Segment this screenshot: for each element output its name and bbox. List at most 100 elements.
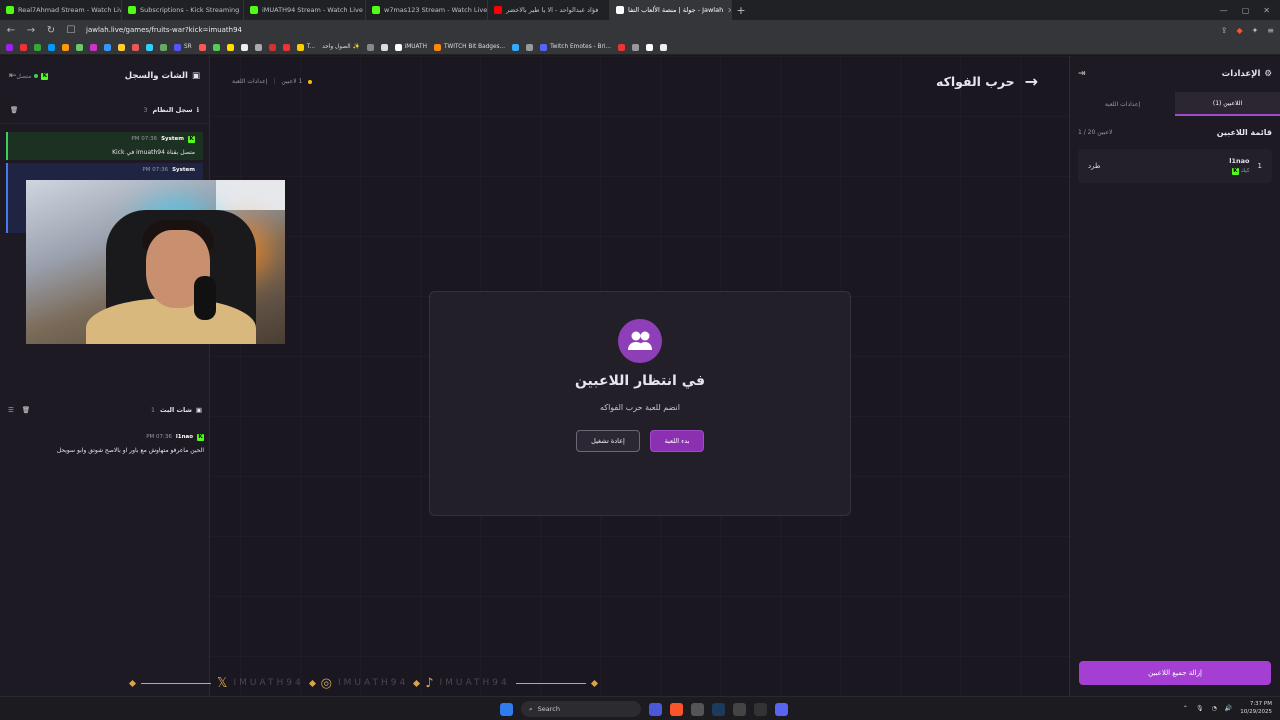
app-icon[interactable] — [649, 702, 662, 716]
bookmark-icon[interactable] — [160, 43, 167, 51]
clock[interactable]: 7:37 PM 10/29/2025 — [1240, 700, 1272, 716]
minimize-icon[interactable]: — — [1220, 6, 1228, 15]
bookmark-icon[interactable] — [254, 43, 262, 51]
browser-tab[interactable]: w7mas123 Stream - Watch Live on — [366, 0, 488, 20]
bookmark-icon[interactable] — [282, 43, 290, 51]
tab-game-settings[interactable]: إعدادات اللعبة — [1070, 92, 1175, 116]
bookmark-item[interactable]: SR — [174, 43, 192, 51]
bookmark-icon[interactable] — [48, 43, 55, 51]
bookmark-icon[interactable] — [226, 43, 234, 51]
panel-title: الشات والسجل — [124, 71, 188, 81]
bookmark-icon[interactable] — [380, 43, 388, 51]
start-icon[interactable] — [500, 702, 513, 716]
bookmark-icon[interactable] — [118, 43, 125, 51]
tab-players[interactable]: اللاعبين (1) — [1175, 92, 1280, 116]
clear-log-icon[interactable]: 🗑 — [10, 106, 18, 114]
bookmark-icon[interactable] — [90, 43, 97, 51]
bookmark-item[interactable]: TWITCH Bit Badges... — [433, 43, 505, 51]
steam-icon[interactable] — [712, 702, 725, 716]
bookmark-icon[interactable] — [646, 43, 653, 51]
chevron-up-icon[interactable]: ⌃ — [1183, 705, 1188, 712]
collapse-panel-icon[interactable]: ⇥ — [1078, 69, 1086, 79]
bookmark-item[interactable]: T... — [296, 43, 315, 51]
discord-icon[interactable] — [775, 702, 788, 716]
bookmark-icon[interactable] — [6, 43, 13, 51]
kick-icon — [372, 6, 380, 14]
social-watermark: 𝕏 IMUATH94 ◎ IMUATH94 ♪ IMUATH94 — [128, 675, 710, 691]
browser-tab[interactable]: iMUATH94 Stream - Watch Live — [244, 0, 366, 20]
bookmark-icon[interactable]: ☐ — [66, 25, 76, 36]
collapse-panel-icon[interactable]: ⇤ — [9, 71, 17, 81]
browser-tab[interactable]: Subscriptions - Kick Streaming — [122, 0, 244, 20]
kick-player-button[interactable]: طرد — [1088, 162, 1101, 170]
back-icon[interactable]: ← — [6, 25, 16, 36]
bookmark-item[interactable]: الصول واحد ✨ — [322, 44, 360, 50]
bookmark-icon[interactable] — [34, 43, 41, 51]
system-log-header: 🗑 3 سجل النظام ℹ — [0, 96, 209, 124]
share-icon[interactable]: ⇪ — [1221, 26, 1228, 35]
jawlah-icon — [616, 6, 624, 14]
bookmark-icon[interactable] — [632, 43, 639, 51]
bookmark-icon[interactable] — [146, 43, 153, 51]
chat-icon: ▣ — [195, 406, 202, 414]
url-field[interactable]: jawlah.live/games/fruits-war?kick=imuath… — [86, 26, 1211, 34]
game-settings-link[interactable]: إعدادات اللعبة — [232, 78, 267, 85]
wifi-icon[interactable]: ◔ — [1212, 705, 1217, 712]
bookmark-icon[interactable] — [366, 43, 374, 51]
chat-log-panel: ⇤ متصل K الشات والسجل ▣ 🗑 3 سجل النظام ℹ K… — [0, 56, 210, 696]
new-tab-button[interactable]: + — [732, 4, 750, 17]
status-dot-icon — [308, 79, 313, 84]
bookmark-icon[interactable] — [526, 43, 534, 51]
settings-panel: ⇥ الإعدادات ⚙ إعدادات اللعبة اللاعبين (1)… — [1069, 56, 1280, 696]
extensions-icon[interactable]: ✦ — [1252, 26, 1259, 35]
browser-tab-active[interactable]: جولة | منصة الألعاب التفا - Jawlah✕ — [610, 0, 732, 20]
list-icon[interactable]: ☰ — [8, 406, 14, 414]
browser-tab[interactable]: فؤاد عبدالواحد - الا يا طير بالاخضر — [488, 0, 610, 20]
volume-icon[interactable]: 🔊 — [1225, 705, 1232, 712]
forward-icon[interactable]: → — [26, 25, 36, 36]
kick-icon: K — [188, 136, 195, 143]
players-list-title: قائمة اللاعبين — [1216, 127, 1272, 137]
remove-all-players-button[interactable]: إزالة جميع اللاعبين — [1079, 661, 1271, 685]
start-game-button[interactable]: بدء اللعبة — [650, 430, 704, 452]
app-icon[interactable] — [733, 702, 746, 716]
restart-button[interactable]: إعادة تشغيل — [576, 430, 640, 452]
bookmark-icon[interactable] — [660, 43, 667, 51]
close-window-icon[interactable]: ✕ — [1263, 6, 1270, 15]
users-icon — [618, 319, 662, 363]
bookmark-icon[interactable] — [132, 43, 139, 51]
browser-tab[interactable]: Real7Ahmad Stream - Watch Live — [0, 0, 122, 20]
settings-tabs: إعدادات اللعبة اللاعبين (1) — [1070, 92, 1280, 116]
live-chat-header: ☰ 🗑 1 شات البث ▣ — [0, 396, 210, 424]
clear-chat-icon[interactable]: 🗑 — [22, 406, 30, 414]
bookmark-icon[interactable] — [268, 43, 276, 51]
bookmark-icon[interactable] — [240, 43, 248, 51]
reload-icon[interactable]: ↻ — [46, 25, 56, 36]
kick-icon: K — [1231, 168, 1239, 175]
player-name: l1nao — [1229, 157, 1250, 165]
bookmark-icon[interactable] — [618, 43, 625, 51]
brave-shield-icon[interactable]: ◆ — [1236, 26, 1242, 35]
app-icon[interactable] — [691, 702, 704, 716]
bookmark-item[interactable]: iMUATH — [394, 43, 427, 51]
arrow-right-icon[interactable]: → — [1025, 72, 1038, 91]
bookmark-icon[interactable] — [62, 43, 69, 51]
maximize-icon[interactable]: ▢ — [1242, 6, 1250, 15]
app-icon[interactable] — [754, 702, 767, 716]
bookmark-icon[interactable] — [76, 43, 83, 51]
kick-icon: K — [41, 72, 49, 80]
bookmark-icon[interactable] — [212, 43, 220, 51]
menu-icon[interactable]: ≡ — [1267, 26, 1274, 35]
bookmark-icon[interactable] — [198, 43, 206, 51]
bookmark-icon[interactable] — [512, 43, 520, 51]
connection-status-badge: متصل K — [16, 72, 49, 80]
player-row: طرد l1nao K كيك 1 — [1078, 149, 1272, 183]
mic-icon[interactable]: 🎙 — [1196, 705, 1204, 712]
bookmark-icon[interactable] — [104, 43, 111, 51]
microphone — [194, 276, 216, 320]
brave-icon[interactable] — [670, 702, 683, 716]
diamond-icon — [590, 679, 598, 687]
bookmark-item[interactable]: Twitch Emotes - Bri... — [540, 43, 611, 51]
bookmark-icon[interactable] — [20, 43, 27, 51]
webcam-background — [216, 180, 285, 210]
